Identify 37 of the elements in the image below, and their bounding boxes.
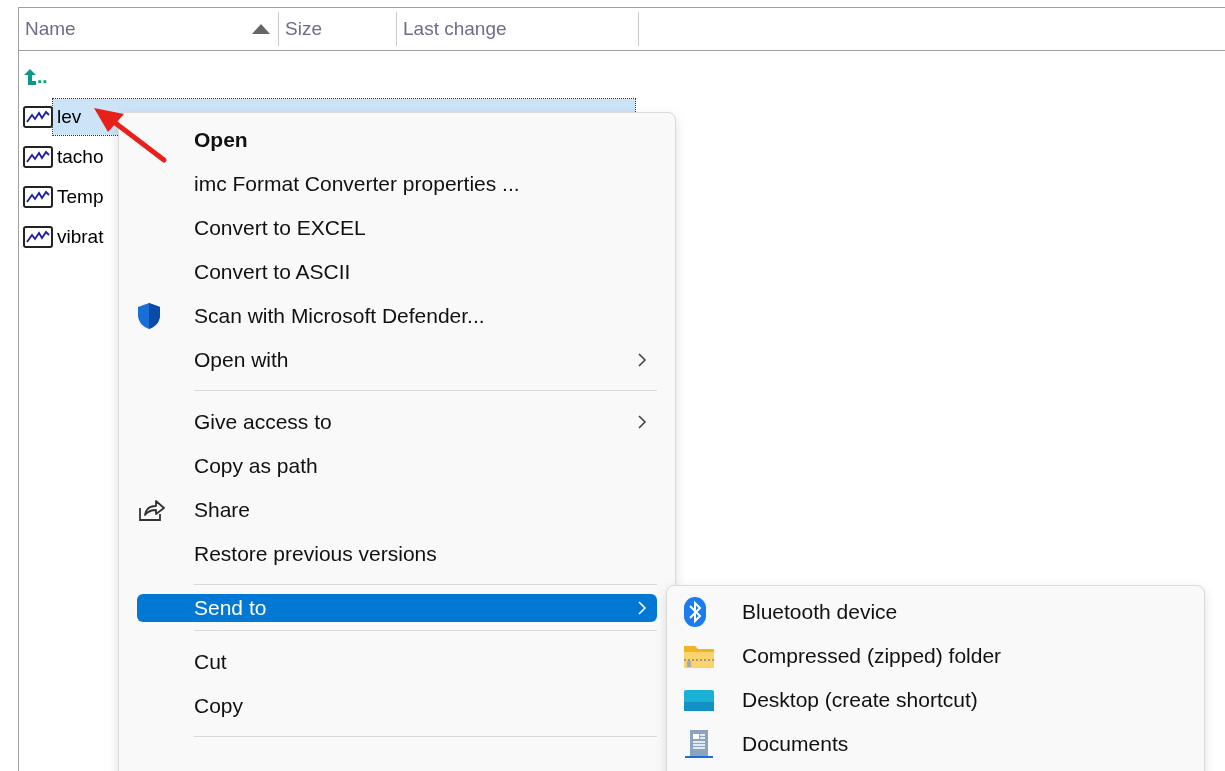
waveform-file-icon bbox=[23, 106, 53, 128]
menu-item[interactable]: Documents bbox=[667, 722, 1204, 766]
waveform-file-icon bbox=[23, 186, 53, 208]
up-arrow-icon bbox=[23, 68, 37, 86]
menu-item[interactable]: Open with bbox=[137, 338, 657, 382]
chevron-right-icon bbox=[637, 600, 647, 616]
column-header[interactable]: Size bbox=[279, 12, 397, 46]
menu-item[interactable]: Convert to EXCEL bbox=[137, 206, 657, 250]
share-icon bbox=[137, 498, 165, 522]
menu-item[interactable]: Desktop (create shortcut) bbox=[667, 678, 1204, 722]
menu-item[interactable]: Send to bbox=[137, 594, 657, 622]
waveform-file-icon bbox=[23, 226, 53, 248]
desktop-icon bbox=[683, 688, 715, 712]
bluetooth-icon bbox=[683, 596, 707, 628]
shield-icon bbox=[137, 302, 161, 330]
menu-item[interactable]: Scan with Microsoft Defender... bbox=[137, 294, 657, 338]
waveform-file-icon bbox=[23, 146, 53, 168]
chevron-right-icon bbox=[637, 414, 647, 430]
menu-item[interactable]: Bluetooth device bbox=[667, 590, 1204, 634]
menu-item[interactable]: Copy bbox=[137, 684, 657, 728]
chevron-right-icon bbox=[637, 352, 647, 368]
menu-item[interactable]: Share bbox=[137, 488, 657, 532]
file-name: Temp bbox=[56, 186, 104, 208]
menu-item[interactable]: Open bbox=[137, 118, 657, 162]
menu-item[interactable]: Copy as path bbox=[137, 444, 657, 488]
menu-item[interactable]: imc Format Converter properties ... bbox=[137, 162, 657, 206]
menu-item[interactable]: Cut bbox=[137, 640, 657, 684]
menu-item[interactable]: Give access to bbox=[137, 400, 657, 444]
menu-item[interactable]: Compressed (zipped) folder bbox=[667, 634, 1204, 678]
file-name: lev bbox=[56, 106, 82, 128]
column-header[interactable]: Last change bbox=[397, 12, 639, 46]
column-header[interactable]: Name bbox=[19, 12, 279, 46]
documents-icon bbox=[683, 728, 715, 760]
file-name: tacho bbox=[56, 146, 104, 168]
file-name: vibrat bbox=[56, 226, 104, 248]
menu-item[interactable]: Restore previous versions bbox=[137, 532, 657, 576]
menu-item[interactable]: Convert to ASCII bbox=[137, 250, 657, 294]
